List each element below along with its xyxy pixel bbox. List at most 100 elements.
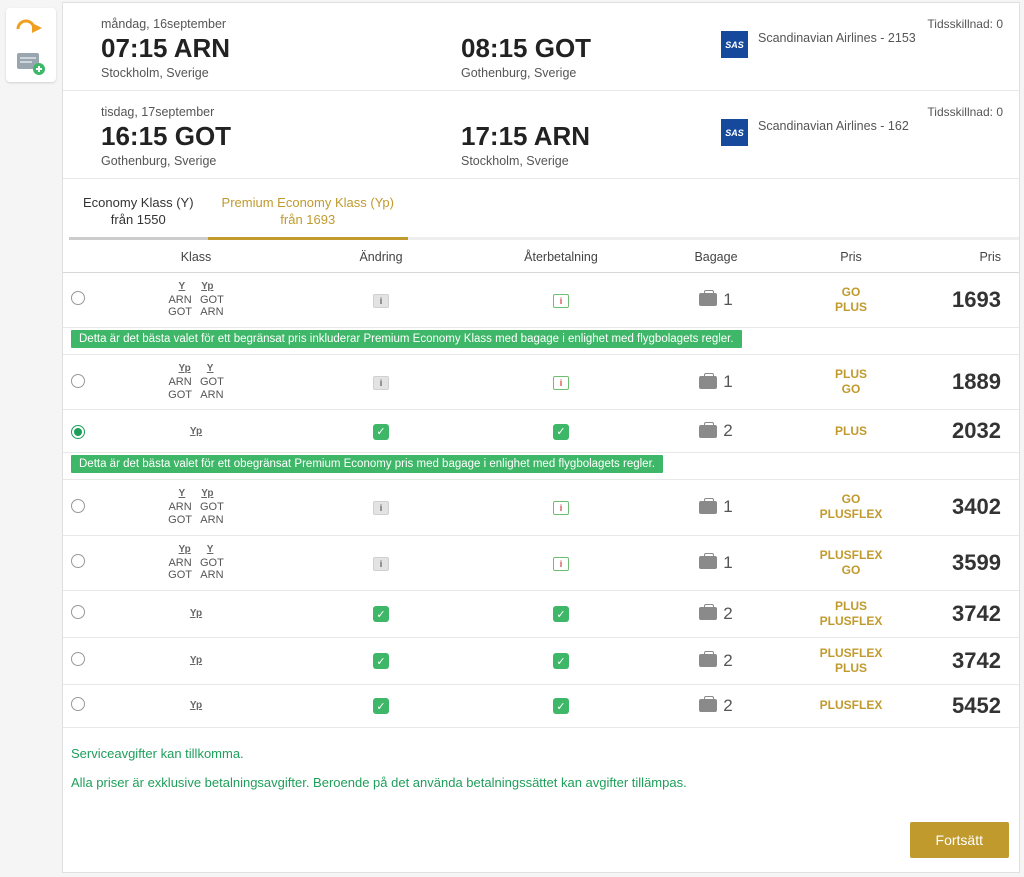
info-icon[interactable]: i: [373, 376, 389, 390]
th-klass: Klass: [101, 250, 291, 264]
class-code-badge: Yp: [199, 281, 215, 292]
dep-time-code: 16:15 GOT: [101, 121, 461, 152]
class-code-badge: Y: [205, 363, 216, 374]
refund-cell: ✓: [471, 698, 651, 715]
info-icon[interactable]: i: [373, 294, 389, 308]
info-icon[interactable]: i: [553, 557, 569, 571]
select-radio[interactable]: [71, 652, 85, 666]
check-icon: ✓: [553, 606, 569, 622]
fare-row[interactable]: YYpARNGOTGOTARNii1GOPLUS1693: [63, 273, 1019, 328]
info-icon[interactable]: i: [373, 557, 389, 571]
change-cell: ✓: [291, 698, 471, 715]
add-page-icon[interactable]: [13, 50, 49, 76]
change-cell: i: [291, 374, 471, 390]
check-icon: ✓: [373, 424, 389, 440]
sidebar: [0, 0, 62, 877]
fare-name: PLUSFLEX: [781, 646, 921, 661]
segment-date: måndag, 16september: [101, 17, 461, 31]
change-cell: ✓: [291, 606, 471, 623]
carrier-badge-icon: SAS: [721, 31, 748, 58]
fare-name: PLUSFLEX: [781, 507, 921, 522]
select-radio[interactable]: [71, 605, 85, 619]
fare-name: PLUS: [781, 661, 921, 676]
th-pris2: Pris: [921, 250, 1011, 264]
tab-premium-economy[interactable]: Premium Economy Klass (Yp) från 1693: [208, 185, 408, 240]
fare-row[interactable]: Yp✓✓2PLUS2032: [63, 410, 1019, 453]
baggage-count: 1: [723, 497, 732, 517]
route-leg: ARNGOT: [168, 557, 192, 582]
fare-name: PLUS: [781, 599, 921, 614]
footnote-payment: Alla priser är exklusive betalningsavgif…: [71, 775, 1011, 790]
price: 1693: [921, 287, 1001, 313]
fare-row[interactable]: YpYARNGOTGOTARNii1PLUSFLEXGO3599: [63, 536, 1019, 591]
baggage-count: 1: [723, 290, 732, 310]
suitcase-icon: [699, 425, 717, 438]
class-cell: YpYARNGOTGOTARN: [101, 544, 291, 582]
fare-names: PLUSPLUSFLEX: [781, 599, 921, 629]
change-cell: ✓: [291, 423, 471, 440]
refund-cell: ✓: [471, 653, 651, 670]
class-cell: Yp: [101, 655, 291, 666]
best-choice-note-row: Detta är det bästa valet för ett obegrän…: [63, 453, 1019, 480]
share-icon[interactable]: [13, 14, 49, 40]
class-code-badge: Yp: [199, 488, 215, 499]
class-code-badge: Y: [205, 544, 216, 555]
th-pris1: Pris: [781, 250, 921, 264]
fare-row[interactable]: Yp✓✓2PLUSFLEX5452: [63, 685, 1019, 728]
suitcase-icon: [699, 556, 717, 569]
info-icon[interactable]: i: [373, 501, 389, 515]
info-icon[interactable]: i: [553, 501, 569, 515]
tab-sub: från 1693: [222, 212, 394, 229]
th-bagage: Bagage: [651, 250, 781, 264]
fare-row[interactable]: Yp✓✓2PLUSFLEXPLUS3742: [63, 638, 1019, 685]
class-cell: YYpARNGOTGOTARN: [101, 281, 291, 319]
footnotes: Serviceavgifter kan tillkomma. Alla pris…: [63, 728, 1019, 814]
price: 3402: [921, 494, 1001, 520]
sidebar-card: [6, 8, 56, 82]
select-radio[interactable]: [71, 554, 85, 568]
select-radio[interactable]: [71, 291, 85, 305]
select-radio[interactable]: [71, 425, 85, 439]
best-choice-note: Detta är det bästa valet för ett obegrän…: [71, 455, 663, 473]
continue-button[interactable]: Fortsätt: [910, 822, 1009, 858]
tab-label: Economy Klass (Y): [83, 195, 194, 212]
info-icon[interactable]: i: [553, 376, 569, 390]
refund-cell: i: [471, 555, 651, 571]
th-andring: Ändring: [291, 250, 471, 264]
change-cell: i: [291, 555, 471, 571]
info-icon[interactable]: i: [553, 294, 569, 308]
fare-row[interactable]: Yp✓✓2PLUSPLUSFLEX3742: [63, 591, 1019, 638]
fare-row[interactable]: YpYARNGOTGOTARNii1PLUSGO1889: [63, 355, 1019, 410]
baggage-cell: 1: [699, 553, 732, 573]
best-choice-note-row: Detta är det bästa valet för ett begräns…: [63, 328, 1019, 355]
footnote-service: Serviceavgifter kan tillkomma.: [71, 746, 1011, 761]
suitcase-icon: [699, 654, 717, 667]
main-panel: måndag, 16september07:15 ARNStockholm, S…: [62, 2, 1020, 873]
select-radio[interactable]: [71, 697, 85, 711]
baggage-count: 2: [723, 421, 732, 441]
segment-date: tisdag, 17september: [101, 105, 461, 119]
class-cell: Yp: [101, 700, 291, 711]
flight-segment: tisdag, 17september16:15 GOTGothenburg, …: [63, 91, 1019, 179]
route-leg: ARNGOT: [168, 294, 192, 319]
fare-names: PLUS: [781, 424, 921, 439]
check-icon: ✓: [553, 653, 569, 669]
refund-cell: ✓: [471, 423, 651, 440]
dep-time-code: 07:15 ARN: [101, 33, 461, 64]
check-icon: ✓: [373, 698, 389, 714]
select-radio[interactable]: [71, 499, 85, 513]
suitcase-icon: [699, 293, 717, 306]
fare-name: GO: [781, 563, 921, 578]
time-difference: Tidsskillnad: 0: [927, 17, 1003, 31]
fare-row[interactable]: YYpARNGOTGOTARNii1GOPLUSFLEX3402: [63, 480, 1019, 535]
tab-economy[interactable]: Economy Klass (Y) från 1550: [69, 185, 208, 240]
flight-segment: måndag, 16september07:15 ARNStockholm, S…: [63, 3, 1019, 91]
baggage-count: 1: [723, 372, 732, 392]
fare-name: PLUSFLEX: [781, 614, 921, 629]
baggage-cell: 1: [699, 290, 732, 310]
th-ater: Återbetalning: [471, 250, 651, 264]
class-cell: Yp: [101, 608, 291, 619]
route-leg: ARNGOT: [168, 501, 192, 526]
change-cell: i: [291, 499, 471, 515]
select-radio[interactable]: [71, 374, 85, 388]
